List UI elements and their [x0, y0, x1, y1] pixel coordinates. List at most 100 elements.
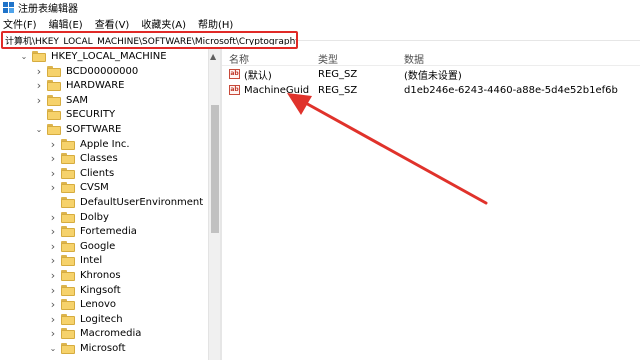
- tree-node[interactable]: › Apple Inc.: [48, 137, 130, 152]
- tree-node-label: SOFTWARE: [66, 124, 122, 135]
- folder-icon: [61, 313, 75, 325]
- tree-node-label: Fortemedia: [80, 226, 137, 238]
- string-value-icon: ab: [229, 69, 240, 79]
- address-divider: [298, 40, 640, 41]
- column-header-name[interactable]: 名称: [229, 51, 249, 66]
- folder-icon: [61, 270, 75, 281]
- folder-icon: [61, 240, 75, 252]
- column-header-data[interactable]: 数据: [404, 51, 424, 66]
- tree-node[interactable]: › Fortemedia: [48, 224, 137, 239]
- value-row-machineguid[interactable]: ab MachineGuid REG_SZ d1eb246e-6243-4460-…: [222, 82, 640, 98]
- tree-node[interactable]: › Logitech: [48, 312, 123, 327]
- tree-node-label: Lenovo: [80, 299, 117, 311]
- tree-node-label: Khronos: [80, 270, 121, 281]
- tree-node[interactable]: › Intel: [48, 253, 102, 268]
- window-title: 注册表编辑器: [18, 4, 78, 15]
- value-row-default[interactable]: ab (默认) REG_SZ (数值未设置): [222, 66, 640, 82]
- tree-node-label: Google: [80, 240, 116, 252]
- tree-node-label: Kingsoft: [80, 284, 121, 296]
- tree-node-label: CVSM: [80, 182, 109, 194]
- tree-node[interactable]: › SAM: [34, 93, 88, 108]
- chevron-right-icon[interactable]: ›: [48, 240, 58, 253]
- tree-node-label: Microsoft: [80, 343, 126, 354]
- tree-node[interactable]: › Lenovo: [48, 297, 116, 312]
- chevron-right-icon[interactable]: ›: [48, 181, 58, 194]
- scrollbar-thumb[interactable]: [211, 105, 219, 233]
- tree-node-label: SAM: [66, 94, 89, 106]
- address-bar[interactable]: [1, 31, 298, 49]
- chevron-right-icon[interactable]: ›: [48, 298, 58, 311]
- tree-node[interactable]: DefaultUserEnvironment: [48, 195, 203, 210]
- tree-node-label: HARDWARE: [66, 80, 125, 92]
- folder-icon: [47, 109, 61, 121]
- tree-node[interactable]: › Clients: [48, 166, 114, 181]
- chevron-right-icon[interactable]: ›: [48, 284, 58, 297]
- folder-icon: [61, 153, 75, 165]
- chevron-down-icon[interactable]: ⌄: [48, 344, 58, 353]
- chevron-right-icon[interactable]: ›: [34, 94, 44, 107]
- chevron-right-icon[interactable]: ›: [48, 225, 58, 238]
- tree-node-label: Macromedia: [80, 328, 142, 340]
- value-data: (数值未设置): [404, 70, 462, 82]
- tree-node[interactable]: › Macromedia: [48, 326, 142, 341]
- chevron-right-icon[interactable]: ›: [48, 327, 58, 340]
- folder-icon: [61, 284, 75, 296]
- value-name: MachineGuid: [244, 84, 310, 96]
- chevron-right-icon[interactable]: ›: [48, 167, 58, 180]
- folder-icon: [61, 255, 75, 267]
- tree-node[interactable]: › Dolby: [48, 210, 109, 225]
- tree-node-label: Classes: [80, 153, 118, 165]
- tree-node[interactable]: › CVSM: [48, 180, 109, 195]
- menu-edit[interactable]: 编辑(E): [49, 16, 83, 31]
- folder-icon: [61, 182, 75, 194]
- column-header-type[interactable]: 类型: [318, 51, 338, 66]
- tree-node[interactable]: › HARDWARE: [34, 78, 125, 93]
- menu-file[interactable]: 文件(F): [3, 16, 37, 31]
- chevron-right-icon[interactable]: ›: [48, 254, 58, 267]
- key-tree[interactable]: ⌄ HKEY_LOCAL_MACHINE › BCD00000000 › HARDWARE…: [0, 49, 220, 360]
- menu-help[interactable]: 帮助(H): [198, 16, 233, 31]
- folder-icon: [61, 328, 75, 340]
- chevron-right-icon[interactable]: ›: [48, 211, 58, 224]
- folder-icon: [47, 124, 61, 135]
- title-bar: 注册表编辑器: [0, 0, 640, 15]
- tree-node[interactable]: ⌄ SOFTWARE: [34, 122, 121, 137]
- tree-scrollbar[interactable]: ▲: [208, 49, 220, 360]
- tree-node-label: SECURITY: [66, 109, 116, 121]
- tree-node-label: Intel: [80, 255, 103, 267]
- tree-node[interactable]: ⌄ HKEY_LOCAL_MACHINE: [19, 49, 167, 64]
- chevron-right-icon[interactable]: ›: [34, 79, 44, 92]
- string-value-icon: ab: [229, 85, 240, 95]
- address-input[interactable]: [5, 35, 296, 45]
- chevron-right-icon[interactable]: ›: [34, 65, 44, 78]
- chevron-down-icon[interactable]: ⌄: [19, 52, 29, 61]
- tree-node-label: Logitech: [80, 313, 123, 325]
- chevron-down-icon[interactable]: ⌄: [34, 125, 44, 134]
- chevron-right-icon[interactable]: ›: [48, 269, 58, 282]
- menu-view[interactable]: 查看(V): [95, 16, 130, 31]
- folder-icon: [61, 226, 75, 238]
- tree-node[interactable]: › Classes: [48, 151, 118, 166]
- menu-favorites[interactable]: 收藏夹(A): [141, 16, 186, 31]
- tree-node[interactable]: › Kingsoft: [48, 283, 121, 298]
- tree-node[interactable]: › BCD00000000: [34, 64, 138, 79]
- tree-node-label: DefaultUserEnvironment: [80, 197, 204, 208]
- folder-icon: [61, 343, 75, 354]
- value-name: (默认): [244, 70, 272, 82]
- chevron-right-icon[interactable]: ›: [48, 138, 58, 151]
- value-list[interactable]: 名称 类型 数据 ab (默认) REG_SZ (数值未设置) ab Machine…: [222, 49, 640, 360]
- tree-node-label: HKEY_LOCAL_MACHINE: [51, 51, 167, 62]
- tree-node[interactable]: › Khronos: [48, 268, 121, 283]
- tree-node[interactable]: › Google: [48, 239, 115, 254]
- tree-node[interactable]: ⌄ Microsoft: [48, 341, 126, 356]
- chevron-right-icon[interactable]: ›: [48, 152, 58, 165]
- value-type: REG_SZ: [318, 68, 358, 80]
- tree-node[interactable]: SECURITY: [34, 107, 115, 122]
- menu-bar: 文件(F) 编辑(E) 查看(V) 收藏夹(A) 帮助(H): [0, 15, 640, 32]
- value-data: d1eb246e-6243-4460-a88e-5d4e52b1ef6b: [404, 84, 618, 96]
- scroll-up-icon[interactable]: ▲: [210, 52, 216, 61]
- tree-node-label: Apple Inc.: [80, 138, 130, 150]
- folder-icon: [32, 51, 46, 62]
- value-type: REG_SZ: [318, 84, 358, 96]
- chevron-right-icon[interactable]: ›: [48, 313, 58, 326]
